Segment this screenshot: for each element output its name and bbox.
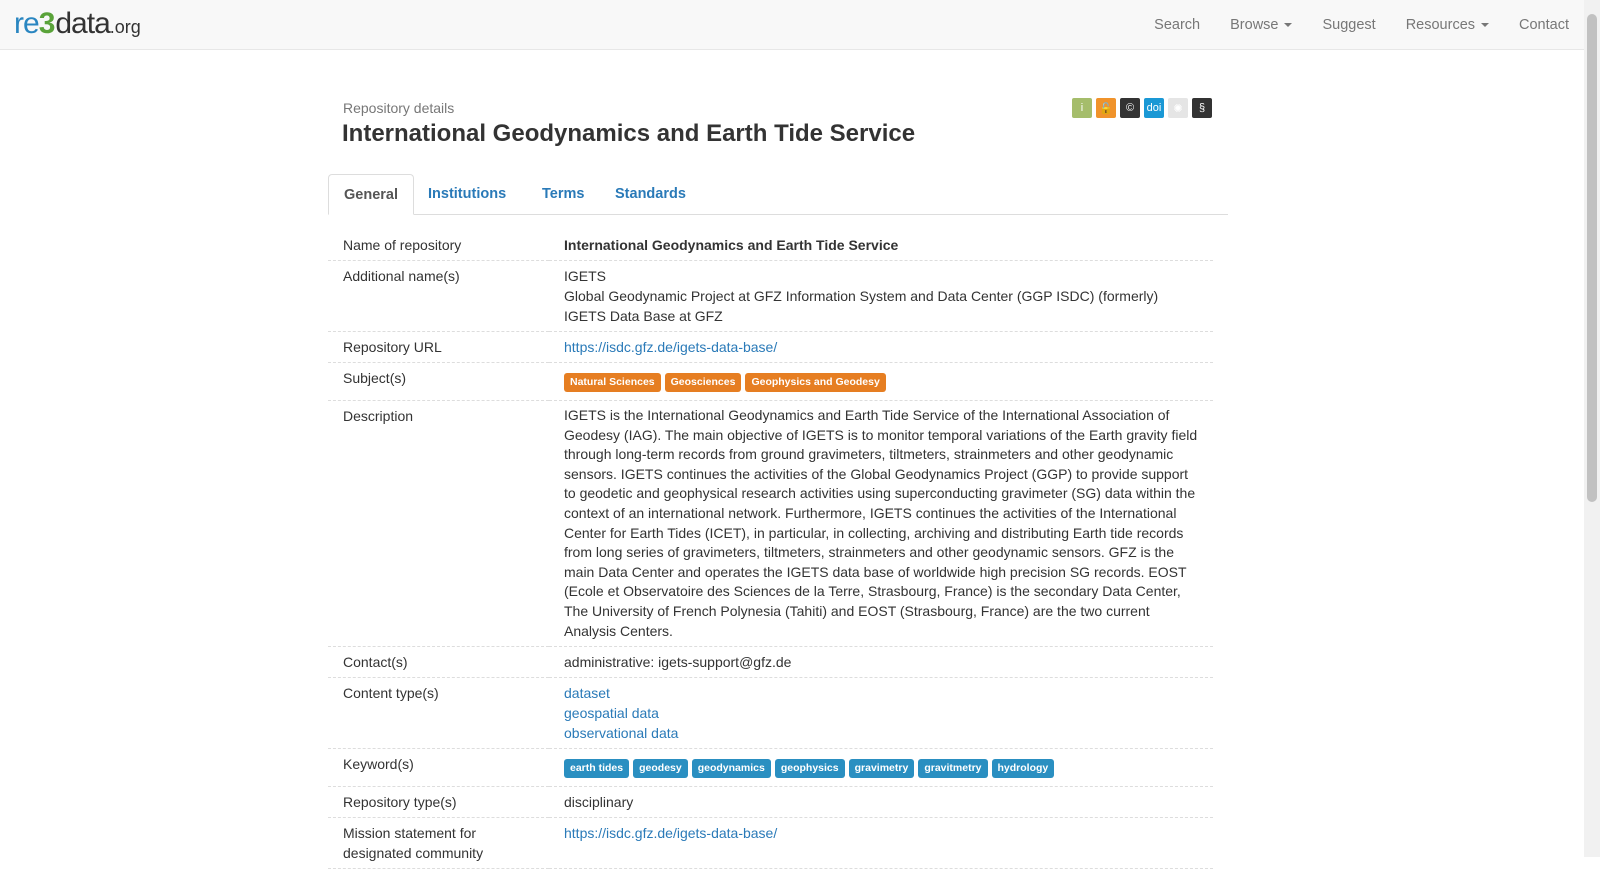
keyword-tag[interactable]: earth tides bbox=[564, 759, 630, 779]
certificate-icon[interactable]: ✺ bbox=[1168, 98, 1188, 118]
lock-open-icon[interactable]: 🔓 bbox=[1096, 98, 1116, 118]
nav-resources-label: Resources bbox=[1405, 17, 1476, 33]
subject-tag[interactable]: Natural Sciences bbox=[564, 373, 661, 392]
subject-tag[interactable]: Geosciences bbox=[664, 373, 742, 392]
subjects-cell: Natural Sciences Geosciences Geophysics an… bbox=[549, 362, 1213, 401]
keyword-tag[interactable]: gravitmetry bbox=[918, 759, 988, 779]
page-scrollbar[interactable] bbox=[1584, 0, 1600, 857]
table-row: Name of repository International Geodyna… bbox=[328, 230, 1213, 261]
table-row: Content type(s) dataset geospatial data … bbox=[328, 677, 1213, 750]
table-row: Contact(s) administrative: igets-support… bbox=[328, 646, 1213, 679]
keyword-tag[interactable]: geodesy bbox=[633, 759, 688, 779]
additional-names-value: IGETS Global Geodynamic Project at GFZ I… bbox=[549, 260, 1213, 332]
caret-down-icon bbox=[1481, 23, 1490, 28]
table-row: Keyword(s) earth tides geodesy geodynamics… bbox=[328, 748, 1213, 788]
logo-org: .org bbox=[109, 17, 141, 37]
page-subtitle: Repository details bbox=[343, 100, 455, 116]
re3data-logo[interactable]: re 3 data .org bbox=[14, 6, 141, 42]
nav-contact[interactable]: Contact bbox=[1504, 0, 1584, 50]
tab-general[interactable]: General bbox=[328, 174, 414, 215]
tab-bar: General Institutions Terms Standards bbox=[328, 174, 1228, 215]
row-label: Repository type(s) bbox=[328, 786, 549, 819]
additional-name: Global Geodynamic Project at GFZ Informa… bbox=[564, 288, 1159, 304]
keyword-tag[interactable]: geodynamics bbox=[691, 759, 771, 779]
nav-suggest[interactable]: Suggest bbox=[1307, 0, 1390, 50]
nav-resources[interactable]: Resources bbox=[1391, 0, 1504, 50]
nav-browse[interactable]: Browse bbox=[1215, 0, 1307, 50]
keyword-tag[interactable]: geophysics bbox=[774, 759, 845, 779]
mission-cell: https://isdc.gfz.de/igets-data-base/ bbox=[549, 817, 1213, 869]
page-title: International Geodynamics and Earth Tide… bbox=[342, 120, 916, 147]
contacts-value: administrative: igets-support@gfz.de bbox=[549, 646, 1213, 679]
tab-terms[interactable]: Terms bbox=[527, 174, 599, 214]
logo-three: 3 bbox=[38, 7, 56, 40]
content-type-link[interactable]: observational data bbox=[564, 723, 1198, 743]
table-row: Description IGETS is the International G… bbox=[328, 400, 1213, 648]
row-label: Mission statement for designated communi… bbox=[328, 817, 549, 869]
nav-search[interactable]: Search bbox=[1139, 0, 1215, 50]
table-row: Repository type(s) disciplinary bbox=[328, 786, 1213, 819]
row-label: Repository URL bbox=[328, 331, 549, 363]
logo-re: re bbox=[14, 7, 40, 40]
table-row: Mission statement for designated communi… bbox=[328, 817, 1213, 869]
scrollbar-thumb[interactable] bbox=[1587, 14, 1597, 502]
nav-browse-label: Browse bbox=[1230, 17, 1279, 33]
logo-data: data bbox=[55, 7, 110, 40]
additional-name: IGETS Data Base at GFZ bbox=[564, 308, 723, 324]
repository-url-cell: https://isdc.gfz.de/igets-data-base/ bbox=[549, 331, 1213, 363]
main-nav: Search Browse Suggest Resources Contact bbox=[1139, 0, 1584, 50]
repository-icons: i 🔓 © doi ✺ § bbox=[1072, 98, 1212, 118]
caret-down-icon bbox=[1284, 23, 1293, 28]
row-label: Contact(s) bbox=[328, 646, 549, 679]
repository-type-value: disciplinary bbox=[549, 786, 1213, 819]
content-types-cell: dataset geospatial data observational da… bbox=[549, 677, 1213, 750]
doi-icon[interactable]: doi bbox=[1144, 98, 1164, 118]
copyright-icon[interactable]: © bbox=[1120, 98, 1140, 118]
keyword-tag[interactable]: hydrology bbox=[991, 759, 1055, 779]
additional-name: IGETS bbox=[564, 268, 607, 284]
keywords-cell: earth tides geodesy geodynamics geophysics g… bbox=[549, 748, 1213, 788]
row-label: Keyword(s) bbox=[328, 748, 549, 788]
table-row: Subject(s) Natural Sciences Geosciences Ge… bbox=[328, 362, 1213, 401]
keyword-tag[interactable]: gravimetry bbox=[848, 759, 915, 779]
content-type-link[interactable]: dataset bbox=[564, 683, 1198, 703]
row-label: Content type(s) bbox=[328, 677, 549, 750]
details-table: Name of repository International Geodyna… bbox=[328, 230, 1213, 869]
description-value: IGETS is the International Geodynamics a… bbox=[549, 400, 1213, 648]
repository-name-value: International Geodynamics and Earth Tide… bbox=[549, 230, 1213, 261]
tab-standards[interactable]: Standards bbox=[600, 174, 701, 214]
table-row: Additional name(s) IGETS Global Geodynam… bbox=[328, 260, 1213, 332]
repository-url-link[interactable]: https://isdc.gfz.de/igets-data-base/ bbox=[564, 337, 1198, 357]
tab-institutions[interactable]: Institutions bbox=[413, 174, 521, 214]
info-icon[interactable]: i bbox=[1072, 98, 1092, 118]
mission-statement-link[interactable]: https://isdc.gfz.de/igets-data-base/ bbox=[564, 823, 1198, 843]
table-row: Repository URL https://isdc.gfz.de/igets… bbox=[328, 331, 1213, 363]
row-label: Additional name(s) bbox=[328, 260, 549, 332]
content-type-link[interactable]: geospatial data bbox=[564, 703, 1198, 723]
top-navbar: re 3 data .org Search Browse Suggest Resour… bbox=[0, 0, 1584, 50]
row-label: Subject(s) bbox=[328, 362, 549, 401]
row-label: Name of repository bbox=[328, 230, 549, 261]
policy-icon[interactable]: § bbox=[1192, 98, 1212, 118]
subject-tag[interactable]: Geophysics and Geodesy bbox=[745, 373, 886, 392]
row-label: Description bbox=[328, 400, 549, 648]
